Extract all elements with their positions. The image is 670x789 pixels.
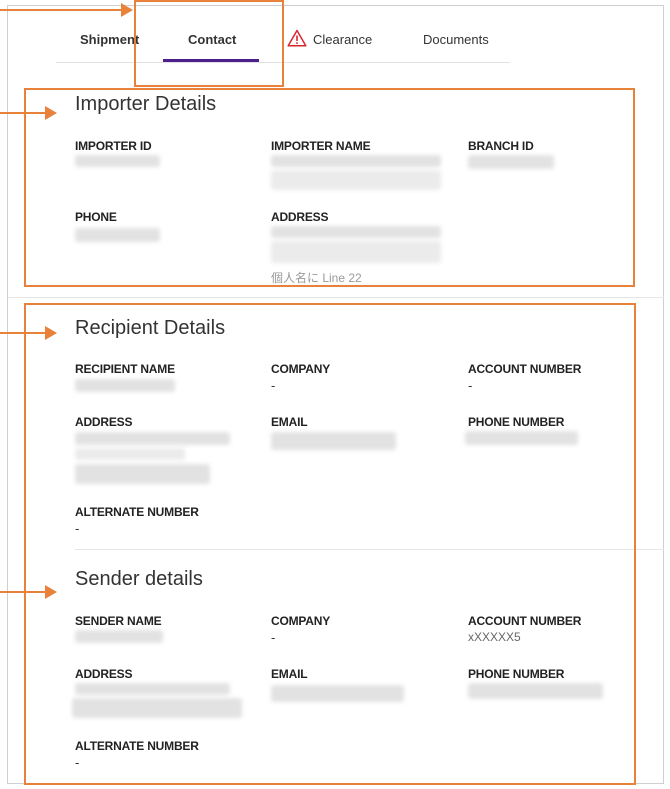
contact-tab-pointer-line: [0, 9, 122, 11]
contact-tab-highlight-box: [134, 0, 284, 87]
importer-pointer-line: [0, 112, 46, 114]
importer-pointer-arrow: [45, 106, 57, 120]
warning-triangle-icon: [287, 29, 307, 47]
tab-clearance[interactable]: Clearance: [313, 32, 372, 47]
contact-tab-pointer-arrow: [121, 3, 133, 17]
section-divider: [8, 297, 664, 298]
importer-details-highlight-box: [24, 88, 635, 287]
recipient-pointer-arrow: [45, 326, 57, 340]
sender-pointer-line: [0, 591, 46, 593]
tab-documents[interactable]: Documents: [423, 32, 489, 47]
sender-pointer-arrow: [45, 585, 57, 599]
recipient-sender-highlight-box: [24, 303, 636, 785]
tab-shipment[interactable]: Shipment: [80, 32, 139, 47]
recipient-pointer-line: [0, 332, 46, 334]
